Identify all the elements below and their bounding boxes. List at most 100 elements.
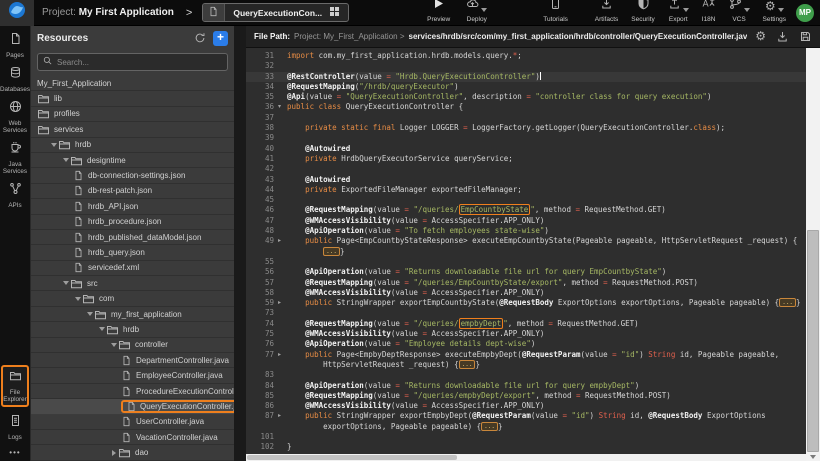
rail-item-apis[interactable]: APIs bbox=[1, 182, 29, 209]
code-line-41[interactable]: 41 private HrdbQueryExecutorService quer… bbox=[246, 154, 806, 164]
tree-item-DepartmentController.java[interactable]: DepartmentController.java bbox=[31, 353, 234, 368]
rail-item-databases[interactable]: Databases bbox=[1, 66, 29, 93]
code-line-47[interactable]: 47 @WMAccessVisibility(value = AccessSpe… bbox=[246, 216, 806, 226]
caret-down-icon[interactable] bbox=[87, 312, 93, 316]
code-line-35[interactable]: 35@Api(value = "QueryExecutionController… bbox=[246, 92, 806, 102]
security-button[interactable]: Security bbox=[631, 2, 654, 23]
code-line-32[interactable]: 32 bbox=[246, 61, 806, 71]
chevron-down-icon[interactable] bbox=[481, 8, 487, 12]
code-line-44[interactable]: 44 private ExportedFileManager exportedF… bbox=[246, 185, 806, 195]
rail-item-pages[interactable]: Pages bbox=[1, 32, 29, 59]
rail-item-logs[interactable]: Logs bbox=[1, 414, 29, 441]
code-line-55[interactable]: 55 bbox=[246, 257, 806, 267]
code-line-wrap[interactable]: ...} bbox=[246, 247, 806, 257]
caret-down-icon[interactable] bbox=[63, 158, 69, 162]
caret-right-icon[interactable] bbox=[112, 450, 116, 456]
code-line-86[interactable]: 86 @WMAccessVisibility(value = AccessSpe… bbox=[246, 401, 806, 411]
tree-item-UserController.java[interactable]: UserController.java bbox=[31, 415, 234, 430]
code-line-40[interactable]: 40 @Autowired bbox=[246, 144, 806, 154]
panel-scrollbar-track[interactable] bbox=[234, 26, 246, 461]
editor-settings-button[interactable]: ⚙ bbox=[755, 30, 766, 43]
tree-item-hrdb[interactable]: hrdb bbox=[31, 322, 234, 337]
code-line-34[interactable]: 34@RequestMapping("/hrdb/queryExecutor") bbox=[246, 82, 806, 92]
caret-down-icon[interactable] bbox=[51, 143, 57, 147]
caret-down-icon[interactable] bbox=[111, 343, 117, 347]
caret-down-icon[interactable] bbox=[99, 327, 105, 331]
code-line-59[interactable]: 59▸ public StringWrapper exportEmpCountb… bbox=[246, 298, 806, 308]
code-line-31[interactable]: 31import com.my_first_application.hrdb.m… bbox=[246, 51, 806, 61]
code-line-77[interactable]: 77▸ public Page<EmpbyDeptResponse> execu… bbox=[246, 350, 806, 360]
tree-item-My_First_Application[interactable]: My_First_Application bbox=[31, 76, 234, 91]
code-line-56[interactable]: 56 @ApiOperation(value = "Returns downlo… bbox=[246, 267, 806, 277]
settings-button[interactable]: ⚙Settings bbox=[763, 2, 787, 23]
code-line-37[interactable]: 37 bbox=[246, 113, 806, 123]
tree-item-my_first_application[interactable]: my_first_application bbox=[31, 307, 234, 322]
folded-code-placeholder[interactable]: ... bbox=[459, 360, 476, 369]
chevron-down-icon[interactable] bbox=[683, 8, 689, 12]
code-line-74[interactable]: 74 @RequestMapping(value = "/queries/emp… bbox=[246, 319, 806, 329]
code-line-102[interactable]: 102} bbox=[246, 442, 806, 452]
search-input[interactable] bbox=[57, 58, 222, 67]
app-logo[interactable] bbox=[0, 0, 34, 26]
tab-file-icon-button[interactable] bbox=[203, 4, 225, 21]
deploy-button[interactable]: Deploy bbox=[466, 2, 487, 23]
tree-item-servicedef.xml[interactable]: servicedef.xml bbox=[31, 261, 234, 276]
code-line-87[interactable]: 87▸ public StringWrapper exportEmpbyDept… bbox=[246, 411, 806, 421]
code-line-84[interactable]: 84 @ApiOperation(value = "Returns downlo… bbox=[246, 381, 806, 391]
tree-item-VacationController.java[interactable]: VacationController.java bbox=[31, 430, 234, 445]
vertical-scrollbar-thumb[interactable] bbox=[807, 230, 819, 452]
refresh-icon[interactable] bbox=[194, 32, 206, 44]
preview-button[interactable]: Preview bbox=[427, 2, 450, 23]
rail-overflow-button[interactable]: ••• bbox=[9, 448, 20, 457]
code-line-36[interactable]: 36▾public class QueryExecutionController… bbox=[246, 102, 806, 112]
rail-item-web-services[interactable]: Web Services bbox=[1, 100, 29, 134]
code-line-49[interactable]: 49▸ public Page<EmpCountbyStateResponse>… bbox=[246, 236, 806, 246]
code-line-73[interactable]: 73 bbox=[246, 308, 806, 318]
code-line-76[interactable]: 76 @ApiOperation(value = "Employee detai… bbox=[246, 339, 806, 349]
code-line-43[interactable]: 43 @Autowired bbox=[246, 175, 806, 185]
horizontal-scrollbar[interactable] bbox=[246, 454, 806, 461]
artifacts-button[interactable]: Artifacts bbox=[595, 2, 618, 23]
folded-code-placeholder[interactable]: ... bbox=[779, 298, 796, 307]
horizontal-scrollbar-thumb[interactable] bbox=[247, 455, 457, 460]
code-line-42[interactable]: 42 bbox=[246, 164, 806, 174]
chevron-down-icon[interactable] bbox=[778, 8, 784, 12]
add-resource-button[interactable]: + bbox=[213, 31, 228, 46]
tree-item-hrdb_procedure.json[interactable]: hrdb_procedure.json bbox=[31, 215, 234, 230]
code-editor[interactable]: 31import com.my_first_application.hrdb.m… bbox=[246, 48, 806, 461]
tree-item-db-connection-settings.json[interactable]: db-connection-settings.json bbox=[31, 168, 234, 183]
vcs-button[interactable]: VCS bbox=[729, 2, 750, 23]
folded-code-placeholder[interactable]: ... bbox=[481, 422, 498, 431]
tree-item-services[interactable]: services bbox=[31, 122, 234, 137]
code-line-48[interactable]: 48 @ApiOperation(value = "To fetch emplo… bbox=[246, 226, 806, 236]
code-line-38[interactable]: 38 private static final Logger LOGGER = … bbox=[246, 123, 806, 133]
tree-item-src[interactable]: src bbox=[31, 276, 234, 291]
code-line-33[interactable]: 33@RestController(value = "Hrdb.QueryExe… bbox=[246, 72, 806, 82]
code-line-39[interactable]: 39 bbox=[246, 133, 806, 143]
fold-closed-icon[interactable]: ▸ bbox=[278, 298, 287, 308]
tree-item-controller[interactable]: controller bbox=[31, 338, 234, 353]
tree-item-com[interactable]: com bbox=[31, 291, 234, 306]
open-file-tab[interactable]: QueryExecutionCon... bbox=[202, 3, 349, 22]
code-line-wrap[interactable]: HttpServletRequest _request) {...} bbox=[246, 360, 806, 370]
chevron-down-icon[interactable] bbox=[744, 8, 750, 12]
tree-item-EmployeeController.java[interactable]: EmployeeController.java bbox=[31, 368, 234, 383]
tree-item-hrdb[interactable]: hrdb bbox=[31, 138, 234, 153]
save-file-button[interactable] bbox=[799, 30, 812, 43]
fold-closed-icon[interactable]: ▸ bbox=[278, 236, 287, 246]
export-button[interactable]: Export bbox=[668, 2, 689, 23]
code-line-85[interactable]: 85 @RequestMapping(value = "/queries/emp… bbox=[246, 391, 806, 401]
code-line-75[interactable]: 75 @WMAccessVisibility(value = AccessSpe… bbox=[246, 329, 806, 339]
vertical-scrollbar[interactable] bbox=[806, 48, 820, 461]
tree-item-profiles[interactable]: profiles bbox=[31, 107, 234, 122]
tree-item-hrdb_query.json[interactable]: hrdb_query.json bbox=[31, 245, 234, 260]
tutorials-button[interactable]: Tutorials bbox=[543, 2, 568, 23]
download-file-button[interactable] bbox=[776, 30, 789, 43]
rail-item-java-services[interactable]: Java Services bbox=[1, 141, 29, 175]
caret-down-icon[interactable] bbox=[75, 297, 81, 301]
fold-open-icon[interactable]: ▾ bbox=[278, 102, 287, 112]
tree-item-designtime[interactable]: designtime bbox=[31, 153, 234, 168]
rail-item-file-explorer[interactable]: File Explorer bbox=[1, 365, 29, 407]
tree-item-ProcedureExecutionController.java[interactable]: ProcedureExecutionController.java bbox=[31, 384, 234, 399]
chevron-right-icon[interactable]: > bbox=[186, 7, 192, 19]
